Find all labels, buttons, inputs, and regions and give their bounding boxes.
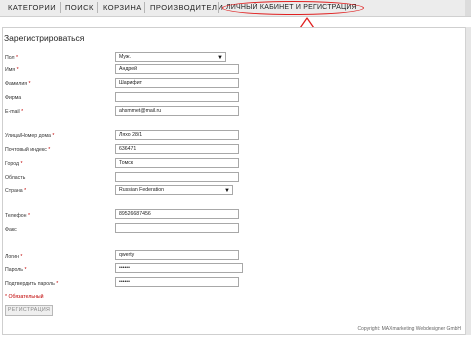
required-note: * Обязательный (5, 294, 44, 300)
company-label: Фирма (5, 95, 22, 101)
street-label: Улица/Номер дома * (5, 133, 55, 139)
gender-select[interactable]: Муж. ▼ (115, 52, 226, 62)
first-name-label: Имя * (5, 67, 19, 73)
phone-label: Телефон * (5, 213, 31, 219)
fax-input[interactable] (115, 223, 239, 233)
region-label: Область (5, 175, 26, 181)
chevron-down-icon: ▼ (224, 188, 230, 194)
email-label: E-mail * (5, 109, 24, 115)
nav-divider (97, 2, 98, 13)
nav-cart[interactable]: КОРЗИНА (103, 3, 142, 12)
country-select[interactable]: Russian Federation ▼ (115, 185, 233, 195)
register-button[interactable]: РЕГИСТРАЦИЯ (5, 305, 53, 316)
login-label: Логин * (5, 254, 23, 260)
region-input[interactable] (115, 172, 239, 182)
chevron-down-icon: ▼ (217, 55, 223, 61)
postcode-label: Почтовый индекс * (5, 147, 51, 153)
nav-divider (218, 2, 219, 13)
password-label: Пароль * (5, 267, 27, 273)
nav-search[interactable]: ПОИСК (65, 3, 94, 12)
postcode-input[interactable]: 636471 (115, 144, 239, 154)
country-label: Страна * (5, 188, 27, 194)
copyright-text: Copyright: MAXmarketing Webdesigner GmbH (357, 326, 461, 332)
phone-input[interactable]: 89526687456 (115, 209, 239, 219)
scrollbar[interactable] (465, 27, 471, 335)
highlight-ellipse (222, 1, 364, 15)
nav-edge (465, 0, 471, 16)
password-confirm-input[interactable]: •••••• (115, 277, 239, 287)
nav-divider (144, 2, 145, 13)
nav-categories[interactable]: КАТЕГОРИИ (8, 3, 56, 12)
city-label: Город * (5, 161, 23, 167)
first-name-input[interactable]: Андрей (115, 64, 239, 74)
last-name-label: Фамилия * (5, 81, 31, 87)
password-confirm-label: Подтвердить пароль * (5, 281, 59, 287)
email-input[interactable]: ahsmmet@mail.ru (115, 106, 239, 116)
nav-manufacturers[interactable]: ПРОИЗВОДИТЕЛИ (150, 3, 223, 12)
company-input[interactable] (115, 92, 239, 102)
street-input[interactable]: Ляхо 28/1 (115, 130, 239, 140)
login-input[interactable]: qwerty (115, 250, 239, 260)
page-title: Зарегистрироваться (4, 33, 85, 43)
city-input[interactable]: Томск (115, 158, 239, 168)
nav-divider (60, 2, 61, 13)
last-name-input[interactable]: Шарифит (115, 78, 239, 88)
gender-label: Пол * (5, 55, 19, 61)
fax-label: Факс (5, 227, 17, 233)
password-input[interactable]: •••••• (115, 263, 243, 273)
